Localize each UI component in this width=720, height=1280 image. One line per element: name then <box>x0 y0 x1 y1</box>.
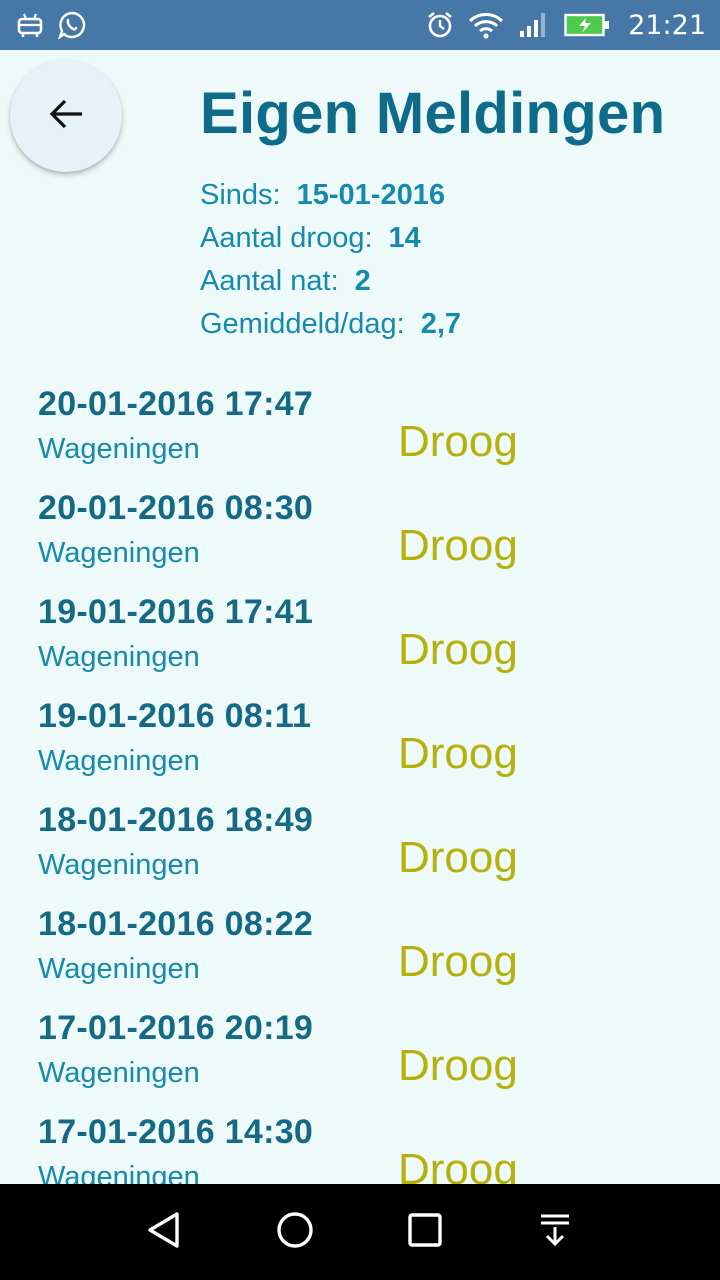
stat-since: Sinds: 15-01-2016 <box>200 174 461 217</box>
stat-average: Gemiddeld/dag: 2,7 <box>200 303 461 346</box>
clock: 21:21 <box>628 9 706 41</box>
wifi-icon <box>468 11 504 39</box>
report-place: Wageningen <box>38 1161 200 1184</box>
report-datetime: 20-01-2016 17:47 <box>38 385 314 423</box>
status-bar: 21:21 <box>0 0 720 50</box>
battery-charging-icon <box>564 13 610 37</box>
report-datetime: 19-01-2016 17:41 <box>38 593 314 631</box>
report-place: Wageningen <box>38 849 200 881</box>
nav-notifications-button[interactable] <box>515 1192 595 1272</box>
nav-recents-button[interactable] <box>385 1192 465 1272</box>
list-item[interactable]: 18-01-2016 18:49 Wageningen Droog <box>0 801 720 905</box>
pull-down-icon <box>535 1210 575 1255</box>
report-status: Droog <box>398 1145 518 1184</box>
report-status: Droog <box>398 625 518 674</box>
report-status: Droog <box>398 417 518 466</box>
stat-since-value: 15-01-2016 <box>296 179 445 211</box>
list-item[interactable]: 19-01-2016 17:41 Wageningen Droog <box>0 593 720 697</box>
list-item[interactable]: 17-01-2016 20:19 Wageningen Droog <box>0 1009 720 1113</box>
stats-panel: Sinds: 15-01-2016 Aantal droog: 14 Aantal … <box>200 174 461 346</box>
back-button[interactable] <box>10 60 122 172</box>
stat-dry-label: Aantal droog: <box>200 222 373 254</box>
nav-home-button[interactable] <box>255 1192 335 1272</box>
arrow-left-icon <box>48 98 84 135</box>
list-item[interactable]: 20-01-2016 08:30 Wageningen Droog <box>0 489 720 593</box>
main-content[interactable]: Eigen Meldingen Sinds: 15-01-2016 Aantal … <box>0 50 720 1184</box>
stat-wet: Aantal nat: 2 <box>200 260 461 303</box>
report-status: Droog <box>398 833 518 882</box>
stat-wet-value: 2 <box>354 265 371 297</box>
report-datetime: 20-01-2016 08:30 <box>38 489 314 527</box>
report-datetime: 18-01-2016 18:49 <box>38 801 314 839</box>
report-datetime: 17-01-2016 20:19 <box>38 1009 314 1047</box>
alarm-icon <box>426 11 454 39</box>
square-recents-icon <box>405 1210 445 1255</box>
list-item[interactable]: 18-01-2016 08:22 Wageningen Droog <box>0 905 720 1009</box>
reports-list[interactable]: 20-01-2016 17:47 Wageningen Droog 20-01-… <box>0 385 720 1184</box>
page-title: Eigen Meldingen <box>200 81 666 146</box>
circle-home-icon <box>275 1210 315 1255</box>
report-datetime: 18-01-2016 08:22 <box>38 905 314 943</box>
report-status: Droog <box>398 1041 518 1090</box>
report-place: Wageningen <box>38 745 200 777</box>
android-debug-icon <box>16 12 44 38</box>
report-status: Droog <box>398 729 518 778</box>
navigation-bar <box>0 1184 720 1280</box>
stat-average-label: Gemiddeld/dag: <box>200 308 405 340</box>
whatsapp-icon <box>58 11 86 39</box>
list-item[interactable]: 17-01-2016 14:30 Wageningen Droog <box>0 1113 720 1184</box>
list-item[interactable]: 20-01-2016 17:47 Wageningen Droog <box>0 385 720 489</box>
triangle-back-icon <box>145 1210 185 1255</box>
stat-average-value: 2,7 <box>420 308 462 340</box>
report-status: Droog <box>398 937 518 986</box>
report-status: Droog <box>398 521 518 570</box>
stat-since-label: Sinds: <box>200 179 281 211</box>
stat-wet-label: Aantal nat: <box>200 265 339 297</box>
report-place: Wageningen <box>38 641 200 673</box>
report-place: Wageningen <box>38 537 200 569</box>
report-place: Wageningen <box>38 1057 200 1089</box>
stat-dry: Aantal droog: 14 <box>200 217 461 260</box>
stat-dry-value: 14 <box>388 222 421 254</box>
nav-back-button[interactable] <box>125 1192 205 1272</box>
signal-icon <box>518 11 550 39</box>
list-item[interactable]: 19-01-2016 08:11 Wageningen Droog <box>0 697 720 801</box>
report-place: Wageningen <box>38 433 200 465</box>
report-datetime: 19-01-2016 08:11 <box>38 697 312 735</box>
report-datetime: 17-01-2016 14:30 <box>38 1113 314 1151</box>
report-place: Wageningen <box>38 953 200 985</box>
